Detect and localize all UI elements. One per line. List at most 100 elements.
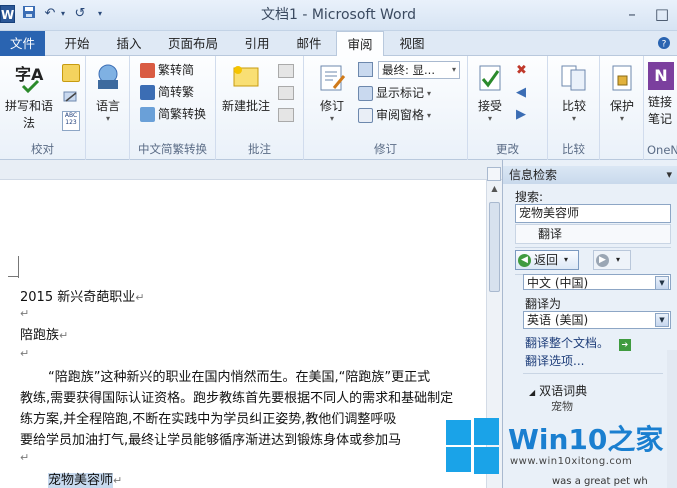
bilingual-dictionary-header[interactable]: ◢ 双语词典: [529, 382, 587, 399]
linked-notes-label-1: 链接: [648, 95, 673, 109]
linked-notes-button[interactable]: N 链接 笔记: [648, 62, 677, 127]
delete-comment-icon[interactable]: [278, 64, 294, 78]
protect-label: 保护: [609, 99, 634, 113]
group-language: 语言 ▾: [86, 56, 130, 160]
display-for-review-icon: [358, 62, 373, 77]
document-body-line-3[interactable]: 练方案,并全程陪跑,不断在实践中为学员纠正姿势,教他们调整呼吸: [20, 408, 396, 427]
watermark: Win10之家 www.win10xitong.com: [446, 418, 671, 480]
protect-button[interactable]: 保护 ▾: [602, 62, 642, 123]
back-label: 返回: [534, 253, 559, 267]
accept-label: 接受: [477, 99, 502, 113]
spelling-icon: 字A: [13, 62, 45, 94]
accept-icon: [474, 62, 506, 94]
title-bar: W ↶ ▾ ↺ ▾ 文档1 - Microsoft Word – □: [0, 0, 677, 31]
document-body-line-2[interactable]: 教练,需要获得国际认证资格。跑步教练首先要根据不同人的需求和基础制定: [20, 387, 453, 406]
tab-page-layout[interactable]: 页面布局: [158, 31, 228, 56]
group-comments: 新建批注 批注: [216, 56, 304, 160]
show-markup-label: 显示标记: [376, 86, 425, 100]
accept-button[interactable]: 接受 ▾: [470, 62, 510, 123]
watermark-brand: Win10之家: [508, 423, 664, 456]
tab-file[interactable]: 文件: [0, 31, 45, 56]
research-icon[interactable]: [62, 64, 80, 82]
from-language-select[interactable]: 中文 (中国) ▼: [523, 274, 671, 290]
dictionary-entry: 宠物: [551, 400, 573, 413]
word-count-icon[interactable]: ABC 123: [62, 111, 80, 131]
tab-review[interactable]: 审阅: [336, 31, 384, 57]
ribbon: 字A 拼写和语法 ABC 123 校对 语言 ▾ 繁转简 简转繁 简繁转换 中文…: [0, 56, 677, 160]
compare-button[interactable]: 比较 ▾: [552, 62, 596, 123]
group-comments-label: 批注: [248, 142, 271, 156]
collapse-triangle-icon[interactable]: ◢: [529, 388, 535, 397]
paragraph-mark: ↵: [113, 474, 123, 487]
document-line-heading[interactable]: 2015 新兴奇葩职业↵: [20, 286, 144, 305]
paragraph-mark: ↵: [20, 347, 30, 360]
tab-insert[interactable]: 插入: [104, 31, 154, 56]
track-changes-dropdown-icon: ▾: [329, 114, 334, 123]
tab-references[interactable]: 引用: [233, 31, 281, 56]
group-compare: 比较 ▾ 比较: [548, 56, 600, 160]
document-body-line-1[interactable]: “陪跑族”这种新兴的职业在国内悄然而生。在美国,“陪跑族”更正式: [48, 366, 430, 385]
translate-document-link[interactable]: 翻译整个文档。 ➔: [525, 334, 631, 351]
paragraph-mark: ↵: [20, 451, 30, 464]
empty-paragraph[interactable]: ↵: [20, 306, 29, 321]
language-label: 语言: [95, 99, 120, 113]
research-service-select[interactable]: 翻译: [515, 224, 671, 244]
tab-home[interactable]: 开始: [52, 31, 102, 56]
search-input[interactable]: 宠物美容师: [515, 204, 671, 223]
previous-change-icon[interactable]: ◀: [516, 86, 532, 100]
chinese-conversion-icon: [140, 107, 155, 122]
group-onenote: N 链接 笔记 OneN: [644, 56, 677, 160]
new-comment-button[interactable]: 新建批注: [218, 62, 274, 114]
from-language-dropdown-icon: ▼: [655, 276, 669, 290]
paragraph-mark: ↵: [59, 329, 69, 342]
empty-paragraph[interactable]: ↵: [20, 346, 29, 361]
empty-paragraph[interactable]: ↵: [20, 450, 29, 465]
pane-options-dropdown-icon[interactable]: ▾: [666, 166, 672, 184]
svg-text:字A: 字A: [15, 65, 44, 84]
to-simplified-label: 繁转简: [158, 63, 195, 77]
selected-text-line[interactable]: 宠物美容师↵: [48, 469, 122, 488]
spelling-grammar-button[interactable]: 字A 拼写和语法: [0, 62, 58, 131]
window-title: 文档1 - Microsoft Word: [260, 7, 416, 23]
dictionary-example-text: was a great pet wh: [552, 476, 648, 487]
thesaurus-icon[interactable]: [62, 89, 80, 105]
to-simplified-button[interactable]: 繁转简: [140, 62, 194, 79]
next-comment-icon[interactable]: [278, 108, 294, 122]
minimize-button[interactable]: –: [617, 0, 647, 31]
document-body-line-4[interactable]: 要给学员加油打气,最终让学员能够循序渐进达到锻炼身体或参加马: [20, 429, 401, 448]
reject-icon[interactable]: ✖: [516, 64, 532, 78]
display-for-review-select[interactable]: 最终: 显... ▾: [378, 61, 460, 79]
next-change-icon[interactable]: ▶: [516, 108, 532, 122]
group-chinese-conversion-label: 中文简繁转换: [138, 142, 207, 156]
help-icon[interactable]: ?: [657, 36, 671, 53]
tab-view[interactable]: 视图: [388, 31, 436, 56]
translate-to-label: 翻译为: [525, 297, 562, 311]
selected-text[interactable]: 宠物美容师: [48, 473, 114, 488]
restore-button[interactable]: □: [647, 0, 677, 31]
document-line-subheading[interactable]: 陪跑族↵: [20, 324, 68, 343]
previous-comment-icon[interactable]: [278, 86, 294, 100]
pane-divider: [515, 247, 671, 248]
ruler-toggle-icon[interactable]: [487, 167, 501, 181]
language-button[interactable]: 语言 ▾: [86, 62, 130, 123]
chinese-conversion-label: 简繁转换: [158, 107, 207, 121]
show-markup-dropdown-icon: ▾: [427, 89, 432, 98]
to-language-select[interactable]: 英语 (美国) ▼: [523, 311, 671, 329]
track-changes-button[interactable]: 修订 ▾: [310, 62, 354, 123]
track-changes-icon: [316, 62, 348, 94]
to-traditional-button[interactable]: 简转繁: [140, 84, 194, 101]
display-for-review-dropdown-icon: ▾: [451, 65, 456, 74]
go-arrow-icon[interactable]: ➔: [618, 339, 631, 351]
group-compare-label: 比较: [562, 142, 585, 156]
linked-notes-label-2: 笔记: [648, 112, 673, 126]
scroll-up-icon[interactable]: ▲: [489, 182, 500, 196]
tab-mailings[interactable]: 邮件: [285, 31, 333, 56]
chinese-conversion-button[interactable]: 简繁转换: [140, 106, 206, 123]
reviewing-pane-button[interactable]: 审阅窗格 ▾: [358, 107, 431, 124]
show-markup-button[interactable]: 显示标记 ▾: [358, 85, 431, 102]
back-button[interactable]: ◀ 返回 ▾: [515, 250, 579, 270]
track-changes-label: 修订: [319, 99, 344, 113]
forward-button[interactable]: ▶ ▾: [593, 250, 631, 270]
translation-options-link[interactable]: 翻译选项...: [525, 352, 584, 369]
scroll-thumb[interactable]: [489, 202, 500, 292]
